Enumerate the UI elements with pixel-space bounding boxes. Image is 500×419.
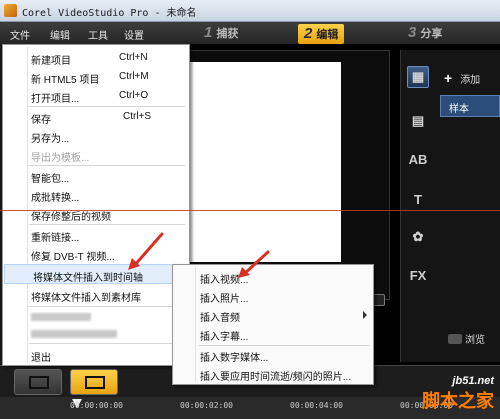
menu-item-label: 插入要应用时间流逝/频闪的照片... <box>200 372 352 383</box>
timecode-label: 00:00:04:00 <box>290 401 343 410</box>
add-folder-button[interactable]: + 添加 <box>444 70 480 86</box>
annotation-arrow-icon <box>128 232 164 270</box>
tab-capture-num: 1 <box>204 24 213 41</box>
menu-item-shortcut: Ctrl+M <box>119 71 149 82</box>
browse-label: 浏览 <box>465 335 485 346</box>
menu-item-shortcut: Ctrl+N <box>119 52 148 63</box>
menu-item-insert-title[interactable]: 插入字幕... <box>173 325 373 344</box>
insert-to-timeline-submenu: 插入视频... 插入照片... 插入音频 插入字幕... 插入数字媒体... 插… <box>172 264 374 385</box>
menu-item-label: 新 HTML5 项目 <box>31 75 100 86</box>
menu-item-insert-photo[interactable]: 插入照片... <box>173 287 373 306</box>
tab-edit[interactable]: 2 编辑 <box>298 24 345 44</box>
menu-item-label: 打开项目... <box>31 94 80 105</box>
menu-item-new-project[interactable]: 新建项目 Ctrl+N <box>3 48 189 68</box>
menu-item-insert-timelapse-photo[interactable]: 插入要应用时间流逝/频闪的照片... <box>173 365 373 384</box>
tab-share-num: 3 <box>408 24 417 41</box>
menu-item-open-project[interactable]: 打开项目... Ctrl+O <box>3 86 189 106</box>
menu-item-label: 插入字幕... <box>200 332 249 343</box>
filter-category-icon[interactable]: FX <box>407 264 429 286</box>
plus-icon: + <box>444 70 453 86</box>
menu-item-export-template: 导出为模板... <box>3 145 189 165</box>
tab-capture[interactable]: 1 捕获 <box>204 24 238 44</box>
library-folder-sample[interactable]: 样本 <box>440 95 500 117</box>
recent-file-blurred[interactable] <box>31 330 117 338</box>
window-titlebar: Corel VideoStudio Pro - 未命名 <box>0 0 500 22</box>
menu-item-exit[interactable]: 退出 <box>3 345 189 365</box>
title-category-icon[interactable]: T <box>407 188 429 210</box>
watermark: jb51.net 脚本之家 <box>422 375 494 413</box>
menu-item-label: 插入数字媒体... <box>200 353 269 364</box>
preview-canvas <box>165 62 341 262</box>
menu-item-label: 导出为模板... <box>31 153 90 164</box>
timecode-label: 00:00:00:00 <box>70 401 123 410</box>
submenu-arrow-icon <box>363 311 367 319</box>
menu-item-save-trimmed-video[interactable]: 保存修整后的视频 <box>3 204 189 224</box>
menu-item-shortcut: Ctrl+S <box>123 111 152 122</box>
menu-item-label: 将媒体文件插入到素材库 <box>31 293 141 304</box>
menu-item-save[interactable]: 保存 Ctrl+S <box>3 107 189 127</box>
menu-item-label: 插入照片... <box>200 294 249 305</box>
timeline-view-button[interactable] <box>70 369 118 395</box>
menu-item-shortcut: Ctrl+O <box>119 90 149 101</box>
menu-item-save-as[interactable]: 另存为... <box>3 126 189 146</box>
film-icon <box>29 376 49 389</box>
menu-tools[interactable]: 工具 <box>88 27 108 42</box>
add-folder-label: 添加 <box>460 75 481 86</box>
graphic-category-icon[interactable]: ✿ <box>407 226 429 248</box>
media-category-icon[interactable]: ▦ <box>407 66 429 88</box>
menu-item-label: 修复 DVB-T 视频... <box>31 252 115 263</box>
menu-item-insert-video[interactable]: 插入视频... <box>173 268 373 287</box>
menu-item-new-html5-project[interactable]: 新 HTML5 项目 Ctrl+M <box>3 67 189 87</box>
timeline-icon <box>85 376 105 389</box>
timecode-label: 00:00:02:00 <box>180 401 233 410</box>
menu-separator <box>29 306 185 307</box>
menu-item-batch-convert[interactable]: 成批转换... <box>3 185 189 205</box>
menu-item-label: 新建项目 <box>31 56 71 67</box>
step-tabs: 1 捕获 2 编辑 3 分享 <box>190 24 500 44</box>
watermark-site: 脚本之家 <box>422 391 494 411</box>
menu-item-label: 保存 <box>31 115 51 126</box>
fullscreen-icon[interactable] <box>373 294 385 306</box>
tab-edit-num: 2 <box>304 25 313 42</box>
menu-item-insert-audio[interactable]: 插入音频 <box>173 306 373 325</box>
annotation-arrow-icon <box>238 250 270 278</box>
watermark-url: jb51.net <box>452 375 494 387</box>
recent-file-blurred[interactable] <box>31 313 91 321</box>
menu-separator <box>29 343 185 344</box>
menu-item-label: 退出 <box>31 353 51 364</box>
browse-button[interactable]: 浏览 <box>448 331 485 346</box>
tab-share[interactable]: 3 分享 <box>408 24 442 44</box>
menu-settings[interactable]: 设置 <box>124 27 144 42</box>
browse-icon <box>448 334 462 344</box>
storyboard-view-button[interactable] <box>14 369 62 395</box>
app-icon <box>4 4 17 17</box>
menu-item-insert-digital-media[interactable]: 插入数字媒体... <box>173 346 373 365</box>
menu-item-label: 另存为... <box>31 134 70 145</box>
menu-item-label: 插入音频 <box>200 313 240 324</box>
menu-file[interactable]: 文件 <box>10 27 30 42</box>
file-menu: 新建项目 Ctrl+N 新 HTML5 项目 Ctrl+M 打开项目... Ct… <box>2 44 190 366</box>
tab-capture-label: 捕获 <box>216 28 239 40</box>
library-folder-label: 样本 <box>449 104 469 115</box>
menu-item-label: 成批转换... <box>31 193 80 204</box>
window-title: Corel VideoStudio Pro - 未命名 <box>22 8 197 19</box>
menu-item-label: 智能包... <box>31 174 70 185</box>
transition-category-icon[interactable]: ▤ <box>407 110 429 132</box>
tab-edit-label: 编辑 <box>316 29 339 41</box>
menu-item-smart-package[interactable]: 智能包... <box>3 166 189 186</box>
menu-item-label: 重新链接... <box>31 233 80 244</box>
annotation-line <box>0 210 500 211</box>
tab-share-label: 分享 <box>420 28 443 40</box>
menu-edit[interactable]: 编辑 <box>50 27 70 42</box>
title-ab-category-icon[interactable]: AB <box>407 148 429 170</box>
menu-item-insert-to-library[interactable]: 将媒体文件插入到素材库 <box>3 285 189 305</box>
